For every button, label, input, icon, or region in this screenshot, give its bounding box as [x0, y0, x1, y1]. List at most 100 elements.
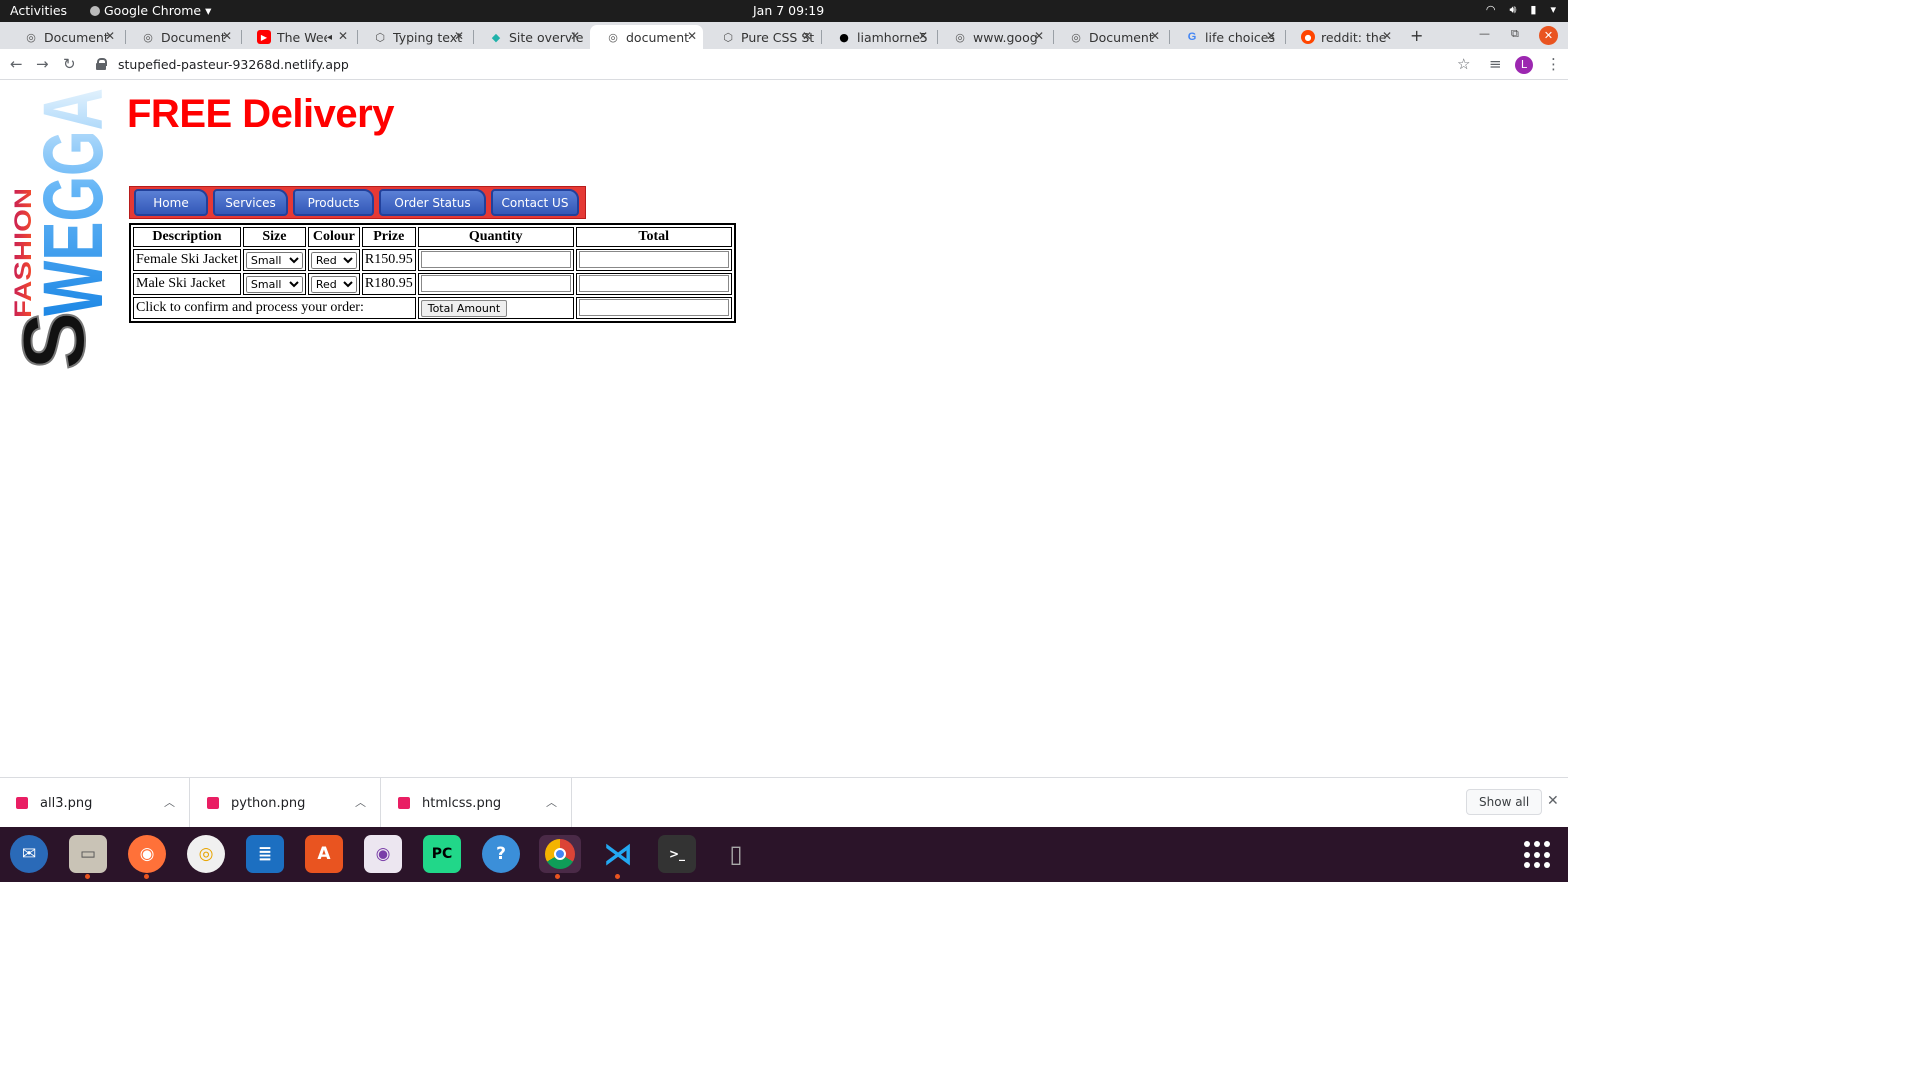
tab[interactable]: Glife choices ✕: [1169, 25, 1282, 49]
google-icon: G: [1187, 31, 1197, 43]
tab[interactable]: ◎ Document ✕: [8, 25, 121, 49]
tab[interactable]: ⬡ Typing text ✕: [357, 25, 470, 49]
download-item[interactable]: htmlcss.png ︿: [382, 778, 572, 828]
minimize-icon[interactable]: —: [1479, 27, 1490, 40]
tab[interactable]: ● liamhorne5 ✕: [821, 25, 934, 49]
close-icon[interactable]: ✕: [222, 29, 232, 43]
image-file-icon: [16, 797, 28, 809]
pycharm-icon[interactable]: PC: [423, 835, 461, 873]
rhythmbox-icon[interactable]: ◎: [187, 835, 225, 873]
files-icon[interactable]: ▭: [69, 835, 107, 879]
browser-toolbar: ← → ↻ stupefied-pasteur-93268d.netlify.a…: [0, 49, 1568, 80]
nav-contact-us-button[interactable]: Contact US: [491, 189, 579, 216]
restore-icon[interactable]: ⧉: [1511, 27, 1519, 41]
header-description: Description: [133, 227, 241, 247]
order-table: Description Size Colour Prize Quantity T…: [129, 223, 736, 323]
close-icon[interactable]: ✕: [570, 29, 580, 43]
app-menu[interactable]: Google Chrome ▾: [90, 3, 211, 18]
thunderbird-icon[interactable]: ✉: [10, 835, 48, 873]
download-item[interactable]: all3.png ︿: [0, 778, 190, 828]
quantity-input[interactable]: [420, 251, 571, 268]
nav-order-status-button[interactable]: Order Status: [379, 189, 486, 216]
close-icon[interactable]: ✕: [802, 29, 812, 43]
close-icon[interactable]: ✕: [1034, 29, 1044, 43]
tab[interactable]: ◆ Site overvie ✕: [473, 25, 586, 49]
total-amount-button[interactable]: Total Amount: [420, 299, 508, 317]
close-icon[interactable]: ✕: [918, 29, 928, 43]
vscode-icon[interactable]: ⋊: [599, 835, 637, 879]
trash-icon[interactable]: ▯: [717, 835, 755, 873]
forward-icon[interactable]: →: [36, 55, 49, 73]
globe-icon: ◎: [1071, 30, 1081, 44]
activities-button[interactable]: Activities: [10, 3, 67, 18]
tab-active[interactable]: ◎ document ✕: [590, 25, 703, 49]
tab[interactable]: ● reddit: the ✕: [1285, 25, 1398, 49]
wifi-icon: ◠: [1485, 3, 1496, 16]
chrome-icon[interactable]: [539, 835, 581, 879]
close-icon[interactable]: ✕: [454, 29, 464, 43]
bookmark-star-icon[interactable]: ☆: [1457, 55, 1470, 73]
new-tab-button[interactable]: +: [1410, 26, 1423, 45]
chevron-up-icon[interactable]: ︿: [164, 794, 175, 810]
nav-services-button[interactable]: Services: [213, 189, 288, 216]
back-icon[interactable]: ←: [10, 55, 23, 73]
libreoffice-writer-icon[interactable]: ≣: [246, 835, 284, 873]
close-icon[interactable]: ✕: [1266, 29, 1276, 43]
nav-products-button[interactable]: Products: [293, 189, 374, 216]
header-size: Size: [242, 227, 306, 247]
software-center-icon[interactable]: A: [305, 835, 343, 873]
help-icon[interactable]: ?: [482, 835, 520, 873]
tab-strip: ◎ Document ✕ ◎ Document ✕ ▶ The Wee ◂ ✕ ⬡ Typing…: [0, 22, 1568, 49]
window-close-button[interactable]: ✕: [1539, 26, 1558, 45]
nav-home-button[interactable]: Home: [134, 189, 208, 216]
profile-avatar[interactable]: L: [1515, 56, 1533, 74]
lock-icon[interactable]: [96, 58, 107, 70]
svg-text:WEGGA: WEGGA: [26, 88, 110, 316]
firefox-icon[interactable]: ◉: [128, 835, 166, 879]
chevron-up-icon[interactable]: ︿: [355, 794, 366, 810]
svg-text:S: S: [6, 311, 103, 370]
tab-label: The Wee: [277, 29, 327, 45]
clock[interactable]: Jan 7 09:19: [753, 3, 824, 18]
table-header-row: Description Size Colour Prize Quantity T…: [133, 227, 732, 247]
show-all-button[interactable]: Show all: [1466, 789, 1543, 815]
item-description: Female Ski Jacket: [133, 249, 241, 271]
row-total-field[interactable]: [578, 251, 729, 268]
close-icon[interactable]: ✕: [105, 29, 115, 43]
tab[interactable]: ◎ Document ✕: [1053, 25, 1166, 49]
media-control-icon[interactable]: ≡: [1489, 55, 1502, 73]
tab[interactable]: ⬡ Pure CSS St ✕: [705, 25, 818, 49]
address-bar[interactable]: stupefied-pasteur-93268d.netlify.app: [90, 53, 1490, 75]
reddit-icon: ●: [1301, 30, 1315, 44]
system-tray[interactable]: ◠ 🔊︎ ▮ ▾: [1486, 3, 1556, 17]
reload-icon[interactable]: ↻: [63, 55, 76, 73]
tab[interactable]: ◎ Document ✕: [125, 25, 238, 49]
header-prize: Prize: [361, 227, 416, 247]
close-icon[interactable]: ✕: [338, 29, 348, 43]
colour-select[interactable]: Red: [310, 251, 357, 269]
free-delivery-headline: FREE Delivery: [127, 92, 394, 136]
size-select[interactable]: Small: [245, 251, 303, 269]
download-item[interactable]: python.png ︿: [191, 778, 381, 828]
download-filename: all3.png: [40, 795, 93, 811]
tab[interactable]: ▶ The Wee ◂ ✕: [241, 25, 354, 49]
close-icon[interactable]: ✕: [687, 29, 697, 43]
close-icon[interactable]: ✕: [1150, 29, 1160, 43]
tab[interactable]: ◎ www.goog ✕: [937, 25, 1050, 49]
colour-select[interactable]: Red: [310, 275, 357, 293]
kebab-menu-icon[interactable]: ⋮: [1546, 55, 1561, 73]
chevron-up-icon[interactable]: ︿: [546, 794, 557, 810]
speaker-icon: ◂: [326, 31, 332, 43]
show-applications-icon[interactable]: [1524, 841, 1552, 869]
row-total-field[interactable]: [578, 275, 729, 292]
size-select[interactable]: Small: [245, 275, 303, 293]
close-icon[interactable]: ✕: [1547, 793, 1559, 809]
grand-total-field[interactable]: [578, 299, 729, 316]
close-icon[interactable]: ✕: [1382, 29, 1392, 43]
terminal-icon[interactable]: >_: [658, 835, 696, 873]
item-prize: R180.95: [361, 273, 416, 295]
downloads-bar: all3.png ︿ python.png ︿ htmlcss.png ︿ Show …: [0, 777, 1568, 828]
cheese-webcam-icon[interactable]: ◉: [364, 835, 402, 873]
quantity-input[interactable]: [420, 275, 571, 292]
battery-icon: ▮: [1530, 3, 1537, 16]
